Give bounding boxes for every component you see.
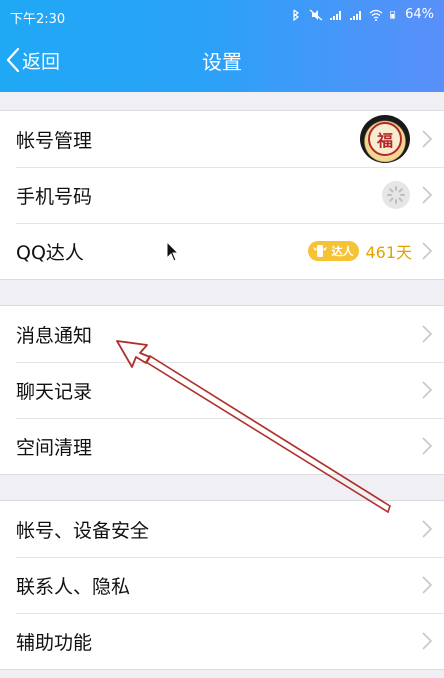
settings-item-accessibility[interactable]: 辅助功能 [0, 613, 444, 669]
winged-phone-icon [313, 245, 328, 257]
settings-item-qq-daren[interactable]: QQ达人 达人 461天 [0, 223, 444, 279]
battery-percent: 64% [405, 7, 434, 22]
settings-item-label: 联系人、隐私 [16, 575, 131, 598]
messaging-group: 消息通知 聊天记录 空间清理 [0, 305, 444, 475]
mouse-cursor-icon [166, 241, 180, 262]
settings-item-account-management[interactable]: 帐号管理 福 [0, 111, 444, 167]
settings-item-storage-cleanup[interactable]: 空间清理 [0, 418, 444, 474]
battery-icon [390, 10, 396, 19]
signal-icon [330, 10, 342, 20]
bluetooth-icon [293, 9, 300, 21]
mute-icon [309, 9, 323, 20]
settings-item-notifications[interactable]: 消息通知 [0, 306, 444, 362]
settings-item-account-device-security[interactable]: 帐号、设备安全 [0, 501, 444, 557]
settings-item-label: 空间清理 [16, 436, 93, 459]
chevron-right-icon [422, 437, 432, 455]
status-bar: 下午2:30 64% [0, 0, 444, 30]
loading-spinner-icon [382, 181, 410, 209]
header-bar: 下午2:30 64% 返回 设置 [0, 0, 444, 92]
status-time: 下午2:30 [10, 12, 66, 27]
avatar: 福 [360, 115, 410, 163]
chevron-right-icon [422, 520, 432, 538]
qq-daren-badge: 达人 461天 [308, 239, 412, 263]
settings-item-label: 手机号码 [16, 185, 93, 208]
status-icons: 64% [289, 7, 434, 22]
wifi-icon [369, 9, 383, 21]
chevron-right-icon [422, 130, 432, 148]
page-title: 设置 [202, 50, 242, 74]
settings-item-label: 帐号、设备安全 [16, 519, 150, 542]
settings-item-label: 聊天记录 [16, 380, 93, 403]
settings-item-phone-number[interactable]: 手机号码 [0, 167, 444, 223]
settings-item-label: QQ达人 [16, 241, 84, 264]
account-group: 帐号管理 福 手机号码 QQ达人 达人 461天 [0, 110, 444, 280]
daren-pill: 达人 [308, 241, 360, 261]
daren-days: 461天 [365, 243, 412, 262]
daren-badge-text: 达人 [331, 245, 354, 258]
chevron-right-icon [422, 381, 432, 399]
title-bar: 返回 设置 [0, 36, 444, 86]
avatar-fu-glyph: 福 [368, 122, 402, 156]
settings-item-chat-history[interactable]: 聊天记录 [0, 362, 444, 418]
chevron-right-icon [422, 325, 432, 343]
settings-item-label: 帐号管理 [16, 129, 93, 152]
chevron-right-icon [422, 576, 432, 594]
settings-item-contacts-privacy[interactable]: 联系人、隐私 [0, 557, 444, 613]
settings-item-label: 消息通知 [16, 324, 93, 347]
signal-icon [350, 10, 362, 20]
chevron-right-icon [422, 186, 432, 204]
settings-item-label: 辅助功能 [16, 631, 93, 654]
chevron-right-icon [422, 632, 432, 650]
chevron-right-icon [422, 242, 432, 260]
privacy-group: 帐号、设备安全 联系人、隐私 辅助功能 [0, 500, 444, 670]
